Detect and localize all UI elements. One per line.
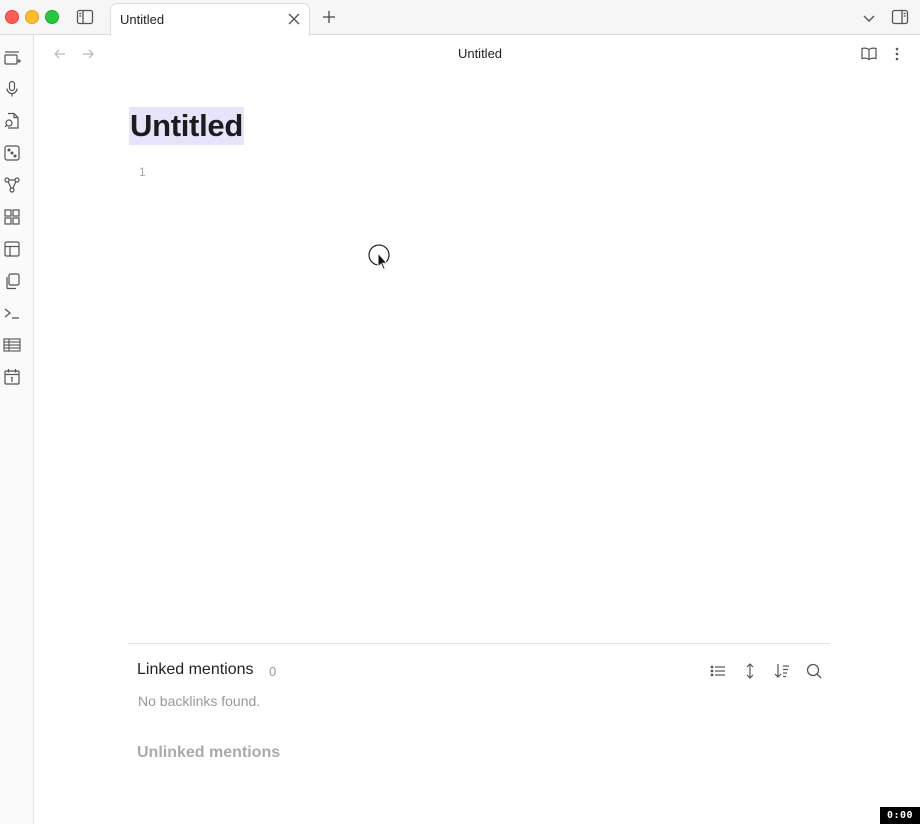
chevron-down-icon[interactable] [860, 9, 878, 27]
new-tab-plus-icon[interactable] [320, 8, 338, 26]
back-arrow-icon[interactable] [52, 46, 70, 64]
reading-view-book-icon[interactable] [860, 45, 878, 63]
unlinked-mentions-title[interactable]: Unlinked mentions [137, 744, 280, 762]
view-header-title[interactable]: Untitled [380, 46, 580, 61]
toggle-right-sidebar-icon[interactable] [890, 8, 910, 26]
template-icon[interactable] [3, 240, 21, 258]
tab-label: Untitled [120, 12, 165, 27]
search-icon[interactable] [805, 662, 823, 680]
more-options-icon[interactable] [888, 45, 906, 63]
no-backlinks-message: No backlinks found. [138, 693, 261, 709]
expand-collapse-icon[interactable] [741, 662, 759, 680]
terminal-icon[interactable] [3, 304, 21, 322]
mouse-cursor-icon [368, 244, 392, 274]
file-recovery-icon[interactable] [3, 112, 21, 130]
blocks-icon[interactable] [3, 208, 21, 226]
backlinks-divider [128, 643, 830, 644]
title-bar: Untitled [0, 0, 920, 36]
copy-icon[interactable] [3, 272, 21, 290]
linked-mentions-title[interactable]: Linked mentions [137, 661, 254, 679]
minimize-window-button[interactable] [25, 10, 39, 24]
close-icon[interactable] [287, 12, 301, 26]
toggle-left-sidebar-icon[interactable] [76, 8, 94, 26]
list-view-icon[interactable] [709, 662, 727, 680]
line-number: 1 [139, 165, 146, 179]
note-title[interactable]: Untitled [129, 107, 244, 145]
new-tab-icon[interactable] [3, 49, 21, 67]
forward-arrow-icon[interactable] [80, 46, 98, 64]
calendar-icon[interactable] [3, 368, 21, 386]
left-ribbon [0, 35, 34, 824]
table-icon[interactable] [3, 336, 21, 354]
graph-icon[interactable] [3, 176, 21, 194]
close-window-button[interactable] [5, 10, 19, 24]
recording-timer: 0:00 [880, 807, 920, 824]
linked-mentions-count: 0 [269, 664, 277, 679]
microphone-icon[interactable] [3, 80, 21, 98]
sort-order-icon[interactable] [773, 662, 791, 680]
tab-untitled[interactable]: Untitled [110, 3, 310, 36]
dice-icon[interactable] [3, 144, 21, 162]
zoom-window-button[interactable] [45, 10, 59, 24]
